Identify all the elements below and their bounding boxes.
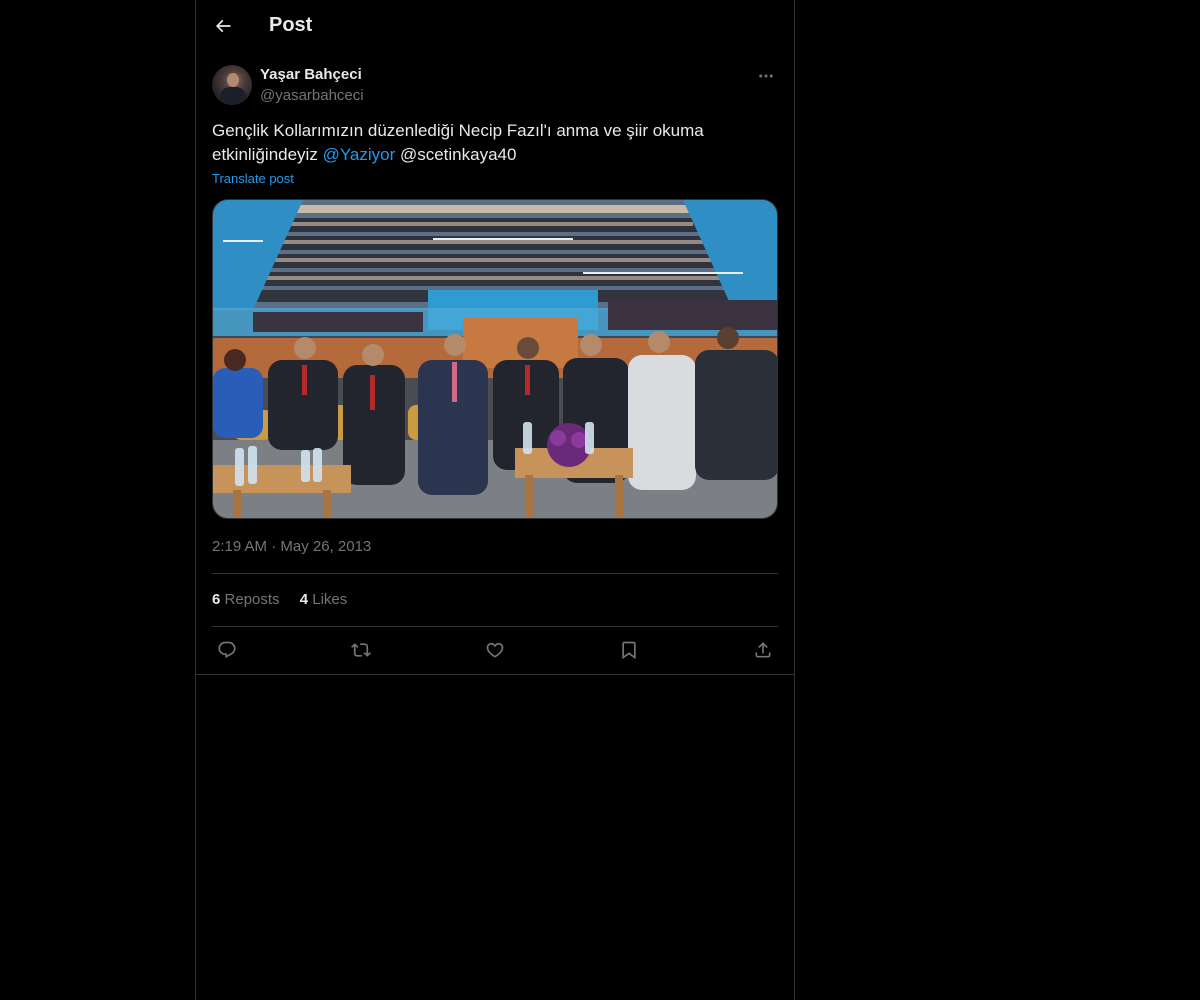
bookmark-icon	[622, 641, 636, 660]
post-column: Post Yaşar Bahçeci @yasarbahceci Gençlik…	[195, 0, 795, 1000]
divider	[196, 674, 794, 675]
translate-post-link[interactable]: Translate post	[212, 171, 294, 186]
share-icon	[755, 642, 771, 658]
post-actions	[212, 636, 778, 664]
author-name[interactable]: Yaşar Bahçeci	[260, 66, 362, 83]
post-author: Yaşar Bahçeci @yasarbahceci	[212, 64, 778, 108]
share-button[interactable]	[748, 636, 778, 664]
arrow-left-icon	[215, 19, 231, 33]
likes-stat[interactable]: 4 Likes	[300, 591, 348, 608]
likes-count: 4	[299, 591, 309, 608]
likes-label: Likes	[312, 591, 348, 608]
repost-icon	[351, 643, 371, 657]
post-text: Gençlik Kollarımızın düzenlediği Necip F…	[212, 119, 772, 167]
divider	[212, 626, 778, 627]
back-button[interactable]	[208, 11, 238, 41]
more-options-button[interactable]	[754, 64, 778, 88]
author-handle[interactable]: @yasarbahceci	[260, 87, 364, 104]
post-timestamp[interactable]: 2:19 AM · May 26, 2013	[212, 538, 371, 555]
mention-link[interactable]: @Yaziyor	[323, 145, 396, 164]
page-title: Post	[269, 14, 313, 36]
reply-icon	[218, 641, 236, 659]
page-header: Post	[196, 0, 794, 53]
post-stats: 6 Reposts 4 Likes	[212, 591, 363, 608]
heart-icon	[486, 642, 504, 658]
post-text-tail: @scetinkaya40	[395, 145, 517, 164]
avatar[interactable]	[212, 65, 252, 105]
bookmark-button[interactable]	[614, 636, 644, 664]
photo-image	[213, 200, 777, 518]
reposts-stat[interactable]: 6 Reposts	[212, 591, 280, 608]
divider	[212, 573, 778, 574]
like-button[interactable]	[480, 636, 510, 664]
reposts-count: 6	[212, 591, 221, 608]
reposts-label: Reposts	[224, 591, 280, 608]
more-icon	[759, 74, 773, 78]
reply-button[interactable]	[212, 636, 242, 664]
post-photo[interactable]	[212, 199, 778, 519]
repost-button[interactable]	[346, 636, 376, 664]
